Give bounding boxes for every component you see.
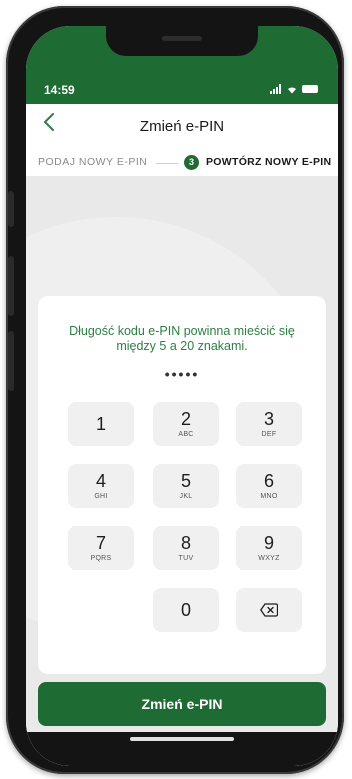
key-digit: 4 [95, 471, 106, 491]
step-number-badge: 3 [184, 155, 199, 170]
key-letters: DEF [261, 431, 277, 438]
pin-entry-card: Długość kodu e-PIN powinna mieścić się m… [38, 296, 326, 674]
key-digit: 2 [180, 409, 191, 429]
key-letters: WXYZ [258, 555, 280, 562]
speaker [162, 36, 202, 41]
keypad-key-8[interactable]: 8 TUV [153, 526, 219, 570]
key-letters: JKL [179, 493, 193, 500]
key-letters: PQRS [90, 555, 112, 562]
phone-frame: 14:59 Zmień e-PIN PODAJ NOWY E-PIN 3 POW… [6, 6, 344, 774]
keypad-key-5[interactable]: 5 JKL [153, 464, 219, 508]
step-label-enter-new-pin: PODAJ NOWY E-PIN [38, 156, 148, 168]
home-indicator[interactable] [130, 737, 234, 741]
keypad-key-4[interactable]: 4 GHI [68, 464, 134, 508]
page-title: Zmień e-PIN [139, 118, 225, 135]
wifi-icon [288, 87, 296, 94]
keypad-key-9[interactable]: 9 WXYZ [236, 526, 302, 570]
battery-icon [302, 85, 318, 93]
key-letters: MNO [260, 493, 278, 500]
signal-icon [270, 84, 282, 94]
volume-down-button [8, 331, 14, 391]
step-connector [156, 163, 178, 164]
key-digit: 7 [95, 533, 106, 553]
backspace-icon [260, 603, 278, 617]
status-icons [270, 84, 318, 94]
step-label-repeat-pin: POWTÓRZ NOWY E-PIN [206, 156, 332, 168]
step-indicator: PODAJ NOWY E-PIN 3 POWTÓRZ NOWY E-PIN [26, 148, 338, 177]
key-letters: TUV [178, 555, 194, 562]
key-digit: 0 [180, 600, 191, 620]
key-digit: 6 [263, 471, 274, 491]
keypad-delete-button[interactable] [236, 588, 302, 632]
key-digit: 5 [180, 471, 191, 491]
pin-mask: ••••• [164, 366, 200, 382]
status-time: 14:59 [44, 83, 75, 97]
keypad-key-0[interactable]: 0 [153, 588, 219, 632]
notch [106, 26, 258, 56]
volume-up-button [8, 256, 14, 316]
keypad-key-6[interactable]: 6 MNO [236, 464, 302, 508]
keypad-key-7[interactable]: 7 PQRS [68, 526, 134, 570]
mute-switch [8, 191, 14, 227]
app-header: Zmień e-PIN [26, 104, 338, 144]
key-digit: 3 [263, 409, 274, 429]
key-letters: GHI [94, 493, 108, 500]
keypad-key-2[interactable]: 2 ABC [153, 402, 219, 446]
key-letters: ABC [178, 431, 194, 438]
key-digit: 9 [263, 533, 274, 553]
keypad-key-3[interactable]: 3 DEF [236, 402, 302, 446]
key-digit: 1 [95, 414, 106, 434]
change-epin-button[interactable]: Zmień e-PIN [38, 682, 326, 726]
key-digit: 8 [180, 533, 191, 553]
pin-length-hint: Długość kodu e-PIN powinna mieścić się m… [69, 324, 295, 353]
phone-screen: 14:59 Zmień e-PIN PODAJ NOWY E-PIN 3 POW… [26, 26, 338, 766]
keypad-key-1[interactable]: 1 [68, 402, 134, 446]
